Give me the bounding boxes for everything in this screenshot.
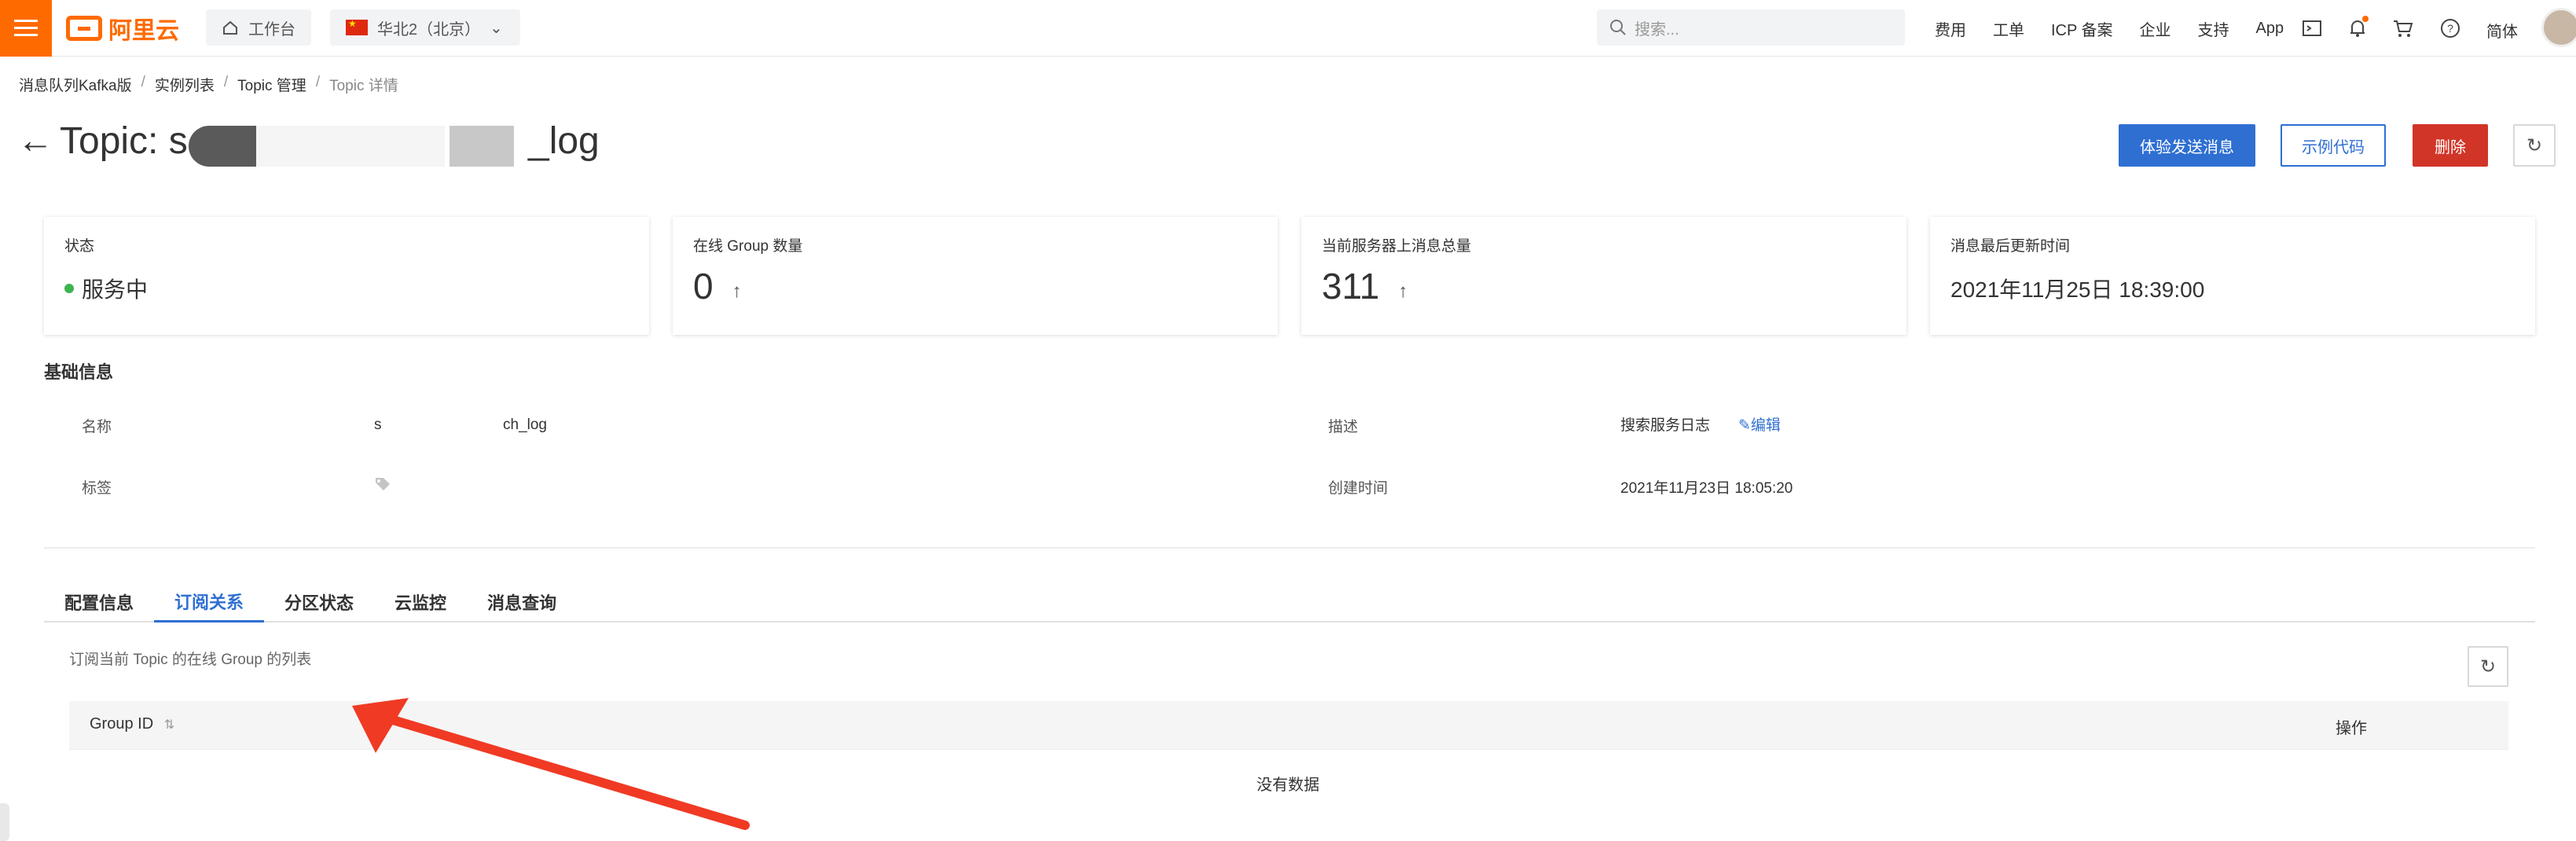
annotation-arrow [352, 698, 750, 830]
